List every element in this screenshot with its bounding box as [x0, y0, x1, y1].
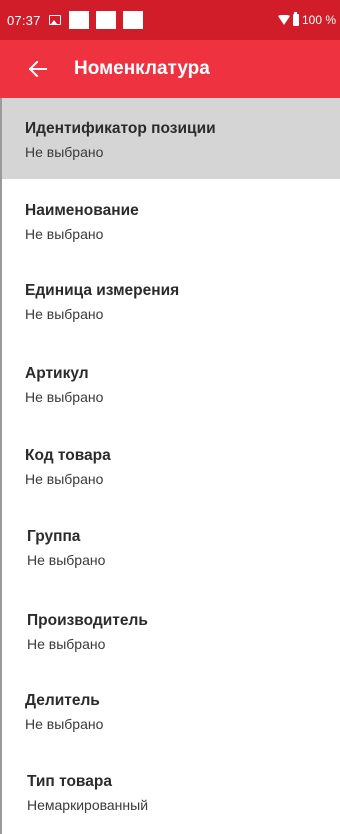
field-label: Наименование: [25, 202, 139, 219]
field-item-divider[interactable]: Делитель Не выбрано: [2, 669, 340, 750]
field-item-product-type[interactable]: Тип товара Немаркированный: [2, 750, 340, 834]
field-label: Код товара: [25, 447, 111, 464]
field-label: Артикул: [25, 365, 89, 382]
field-list: Идентификатор позиции Не выбрано Наимено…: [0, 98, 340, 834]
arrow-left-icon: [29, 61, 47, 77]
field-label: Делитель: [25, 692, 100, 709]
field-item-unit[interactable]: Единица измерения Не выбрано: [2, 259, 340, 341]
app-notification-icon: [122, 11, 143, 29]
field-label: Группа: [27, 528, 81, 545]
field-value: Не выбрано: [25, 471, 104, 487]
field-value: Не выбрано: [25, 226, 104, 242]
page-title: Номенклатура: [74, 58, 210, 79]
back-button[interactable]: [14, 45, 62, 93]
image-notification-icon: [48, 15, 61, 25]
wifi-icon: [277, 15, 290, 25]
field-value: Не выбрано: [27, 552, 106, 568]
field-value: Не выбрано: [25, 306, 104, 322]
field-value: Не выбрано: [25, 144, 104, 160]
app-notification-icon: [68, 11, 89, 29]
status-time: 07:37: [7, 12, 41, 28]
battery-percentage: 100 %: [301, 13, 336, 27]
field-value: Не выбрано: [25, 716, 104, 732]
field-value: Не выбрано: [25, 389, 104, 405]
field-item-article[interactable]: Артикул Не выбрано: [2, 341, 340, 423]
field-label: Идентификатор позиции: [25, 120, 216, 137]
battery-icon: [292, 12, 299, 26]
field-item-position-id[interactable]: Идентификатор позиции Не выбрано: [2, 98, 340, 179]
field-value: Немаркированный: [27, 797, 149, 813]
field-label: Тип товара: [27, 773, 112, 790]
field-label: Единица измерения: [25, 282, 180, 299]
field-item-manufacturer[interactable]: Производитель Не выбрано: [2, 588, 340, 669]
app-notification-icon: [95, 11, 116, 29]
field-item-group[interactable]: Группа Не выбрано: [2, 505, 340, 588]
app-bar: Номенклатура: [0, 40, 340, 98]
field-value: Не выбрано: [27, 636, 106, 652]
field-item-product-code[interactable]: Код товара Не выбрано: [2, 423, 340, 505]
status-bar: 07:37 100 %: [0, 0, 340, 40]
status-indicators: 100 %: [277, 12, 336, 27]
field-label: Производитель: [27, 612, 148, 629]
field-item-name[interactable]: Наименование Не выбрано: [2, 179, 340, 259]
